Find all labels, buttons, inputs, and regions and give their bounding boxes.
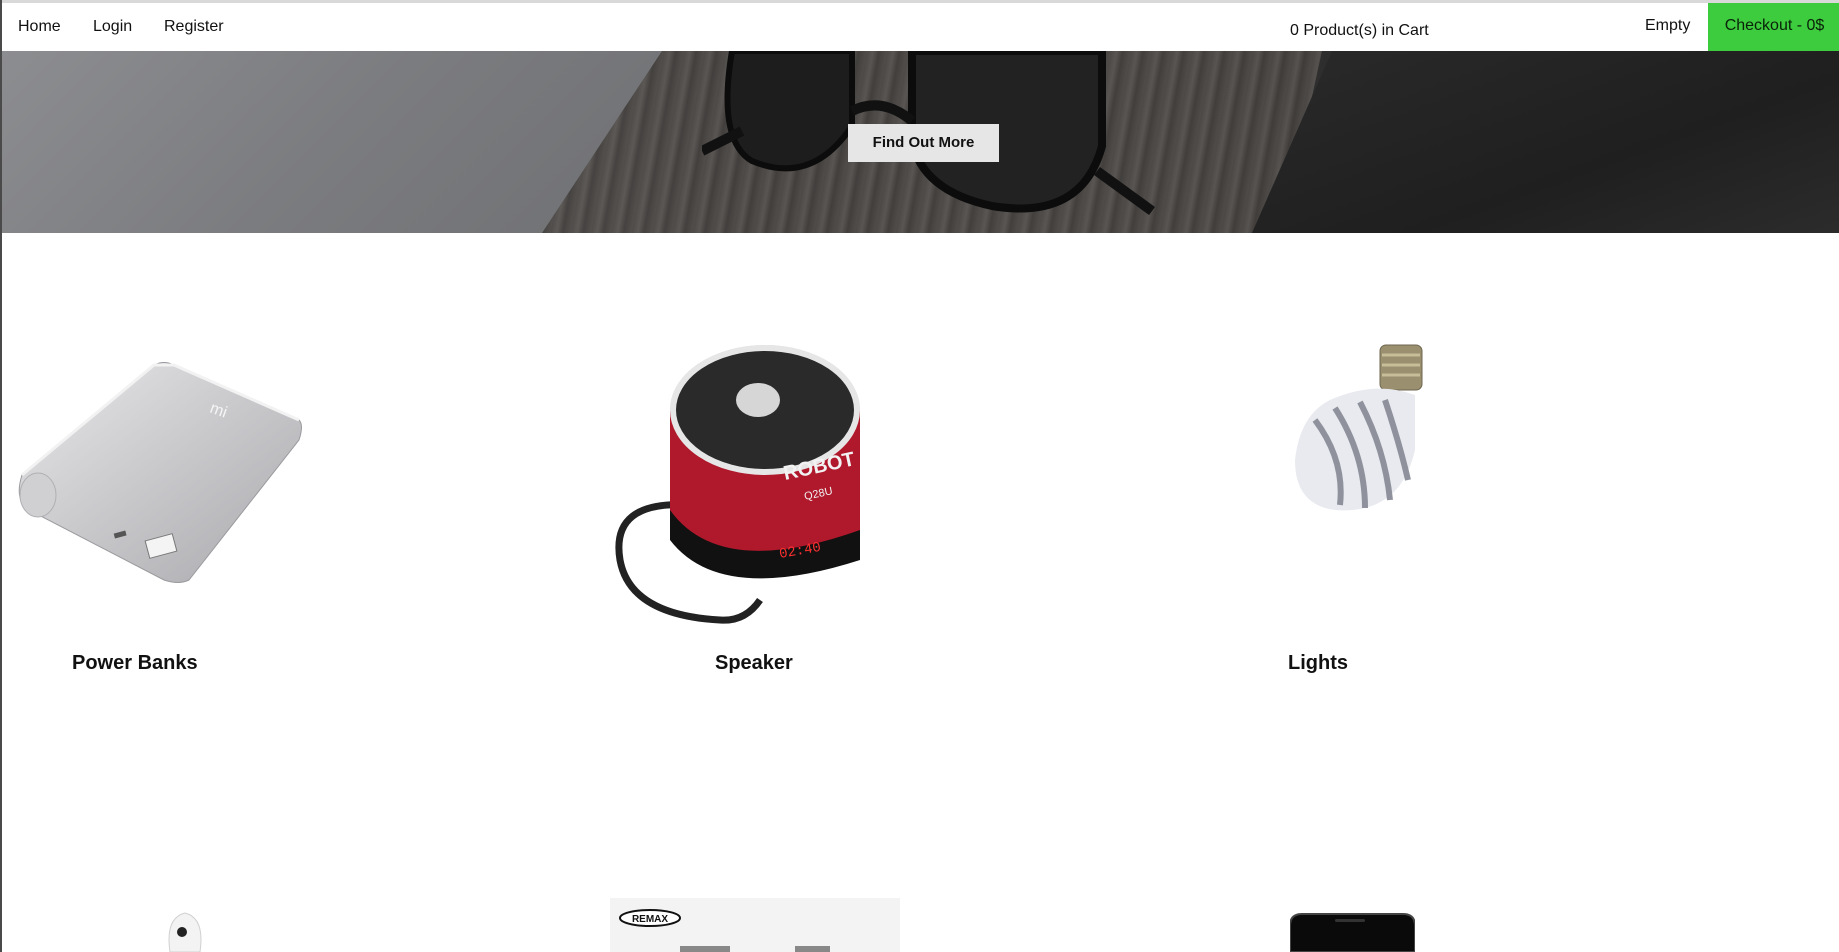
product-label-speaker[interactable]: Speaker — [715, 652, 793, 675]
navbar: Home Login Register 0 Product(s) in Cart… — [2, 3, 1839, 51]
hero-banner: Find Out More — [2, 51, 1839, 233]
earbuds-image[interactable] — [160, 908, 210, 952]
product-label-power-banks[interactable]: Power Banks — [72, 652, 198, 675]
remax-brand: REMAX — [632, 914, 668, 925]
checkout-button[interactable]: Checkout - 0$ — [1708, 3, 1839, 51]
nav-register-link[interactable]: Register — [164, 18, 224, 36]
cable-image[interactable]: REMAX — [610, 898, 900, 952]
nav-home-link[interactable]: Home — [18, 18, 61, 36]
light-bulb-image[interactable] — [1290, 340, 1450, 520]
hero-notebook-image — [1252, 51, 1839, 233]
cart-count: 0 Product(s) in Cart — [1290, 22, 1429, 39]
nav-login-link[interactable]: Login — [93, 18, 132, 36]
power-bank-image[interactable]: mi — [14, 360, 304, 585]
speaker-image[interactable]: ROBOT Q28U 02:40 — [610, 340, 910, 630]
find-out-more-button[interactable]: Find Out More — [848, 124, 999, 162]
product-label-lights[interactable]: Lights — [1288, 652, 1348, 675]
cart-status[interactable]: Empty — [1645, 17, 1690, 35]
phone-image[interactable] — [1290, 912, 1415, 952]
